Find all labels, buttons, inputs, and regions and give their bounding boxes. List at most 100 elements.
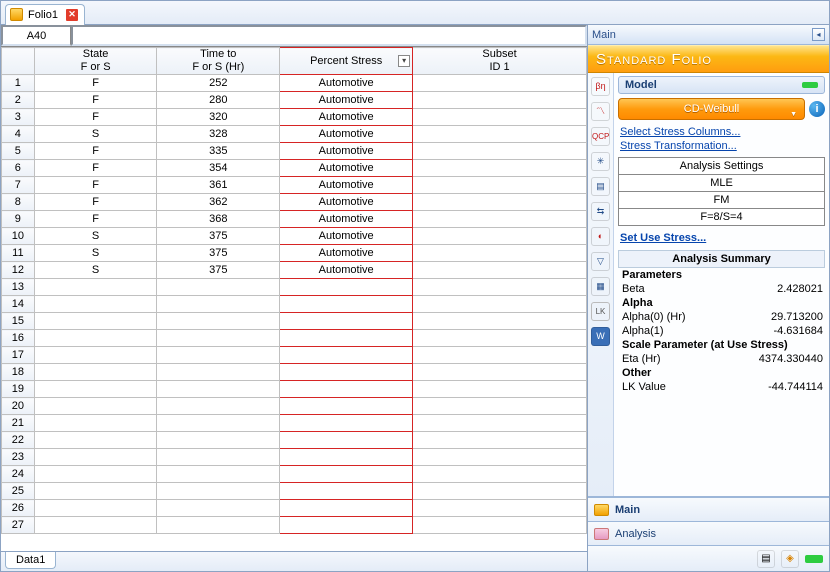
cell-stress[interactable]: [280, 432, 413, 449]
cell-time[interactable]: 368: [157, 211, 280, 228]
row-header[interactable]: 3: [2, 109, 35, 126]
cell-subset[interactable]: [413, 279, 587, 296]
cell-subset[interactable]: [413, 483, 587, 500]
cell-subset[interactable]: [413, 364, 587, 381]
table-row[interactable]: 1F252Automotive: [2, 75, 587, 92]
cell-state[interactable]: S: [34, 262, 157, 279]
table-row[interactable]: 2F280Automotive: [2, 92, 587, 109]
cell-time[interactable]: 362: [157, 194, 280, 211]
table-row[interactable]: 15: [2, 313, 587, 330]
row-header[interactable]: 7: [2, 177, 35, 194]
cell-state[interactable]: F: [34, 211, 157, 228]
cell-time[interactable]: 375: [157, 262, 280, 279]
formula-input[interactable]: [71, 25, 587, 46]
cell-subset[interactable]: [413, 160, 587, 177]
cell-time[interactable]: 335: [157, 143, 280, 160]
row-header[interactable]: 19: [2, 381, 35, 398]
cell-state[interactable]: F: [34, 177, 157, 194]
cell-state[interactable]: F: [34, 75, 157, 92]
report-icon[interactable]: ▦: [591, 277, 610, 296]
cell-subset[interactable]: [413, 92, 587, 109]
section-main-button[interactable]: Main: [588, 497, 829, 521]
cell-stress[interactable]: [280, 517, 413, 534]
cell-reference[interactable]: A40: [1, 25, 71, 46]
cell-time[interactable]: 375: [157, 228, 280, 245]
cell-time[interactable]: [157, 466, 280, 483]
table-row[interactable]: 12S375Automotive: [2, 262, 587, 279]
cell-subset[interactable]: [413, 347, 587, 364]
cell-time[interactable]: 328: [157, 126, 280, 143]
cell-time[interactable]: [157, 364, 280, 381]
footer-tool-1-icon[interactable]: ▤: [757, 550, 775, 568]
cell-state[interactable]: F: [34, 160, 157, 177]
col-header-time[interactable]: Time to F or S (Hr): [157, 48, 280, 75]
table-row[interactable]: 25: [2, 483, 587, 500]
cell-stress[interactable]: [280, 449, 413, 466]
info-icon[interactable]: i: [809, 101, 825, 117]
table-row[interactable]: 11S375Automotive: [2, 245, 587, 262]
cell-state[interactable]: F: [34, 194, 157, 211]
cell-stress[interactable]: Automotive: [280, 75, 413, 92]
cell-subset[interactable]: [413, 126, 587, 143]
3d-plot-icon[interactable]: ▤: [591, 177, 610, 196]
spreadsheet[interactable]: State F or S Time to F or S (Hr) Percent…: [1, 47, 587, 551]
table-row[interactable]: 9F368Automotive: [2, 211, 587, 228]
cell-subset[interactable]: [413, 75, 587, 92]
cell-stress[interactable]: [280, 415, 413, 432]
row-header[interactable]: 13: [2, 279, 35, 296]
sheet-tab[interactable]: Data1: [5, 552, 56, 569]
table-row[interactable]: 7F361Automotive: [2, 177, 587, 194]
close-icon[interactable]: ✕: [66, 9, 78, 21]
cell-time[interactable]: [157, 517, 280, 534]
table-row[interactable]: 16: [2, 330, 587, 347]
cell-time[interactable]: 354: [157, 160, 280, 177]
stress-icon[interactable]: ✳: [591, 152, 610, 171]
analysis-conf-cell[interactable]: FM: [618, 191, 825, 209]
cell-state[interactable]: [34, 415, 157, 432]
cell-time[interactable]: [157, 483, 280, 500]
cell-time[interactable]: [157, 330, 280, 347]
cell-subset[interactable]: [413, 381, 587, 398]
row-header[interactable]: 20: [2, 398, 35, 415]
cell-time[interactable]: 361: [157, 177, 280, 194]
cell-state[interactable]: [34, 296, 157, 313]
table-row[interactable]: 18: [2, 364, 587, 381]
table-row[interactable]: 8F362Automotive: [2, 194, 587, 211]
cell-stress[interactable]: Automotive: [280, 126, 413, 143]
table-row[interactable]: 27: [2, 517, 587, 534]
cell-state[interactable]: [34, 449, 157, 466]
word-export-icon[interactable]: W: [591, 327, 610, 346]
cell-stress[interactable]: [280, 500, 413, 517]
row-header[interactable]: 12: [2, 262, 35, 279]
cell-state[interactable]: [34, 330, 157, 347]
table-row[interactable]: 14: [2, 296, 587, 313]
cell-state[interactable]: [34, 466, 157, 483]
row-header[interactable]: 1: [2, 75, 35, 92]
qcp-icon[interactable]: QCP: [591, 127, 610, 146]
model-dropdown[interactable]: CD-Weibull: [618, 98, 805, 120]
row-header[interactable]: 11: [2, 245, 35, 262]
analysis-fs-cell[interactable]: F=8/S=4: [618, 208, 825, 226]
cell-subset[interactable]: [413, 109, 587, 126]
cell-subset[interactable]: [413, 330, 587, 347]
table-row[interactable]: 24: [2, 466, 587, 483]
table-row[interactable]: 26: [2, 500, 587, 517]
cell-stress[interactable]: [280, 398, 413, 415]
cell-subset[interactable]: [413, 415, 587, 432]
footer-tool-2-icon[interactable]: ◈: [781, 550, 799, 568]
cell-time[interactable]: 320: [157, 109, 280, 126]
plot-icon[interactable]: 〽: [591, 102, 610, 121]
cell-state[interactable]: S: [34, 245, 157, 262]
row-header[interactable]: 14: [2, 296, 35, 313]
cell-state[interactable]: [34, 483, 157, 500]
col-header-state[interactable]: State F or S: [34, 48, 157, 75]
cell-time[interactable]: [157, 449, 280, 466]
row-header[interactable]: 6: [2, 160, 35, 177]
col-header-subset[interactable]: Subset ID 1: [413, 48, 587, 75]
cell-subset[interactable]: [413, 517, 587, 534]
cell-stress[interactable]: [280, 381, 413, 398]
row-header[interactable]: 4: [2, 126, 35, 143]
stress-dropdown-icon[interactable]: ▾: [398, 55, 410, 67]
row-header[interactable]: 27: [2, 517, 35, 534]
table-row[interactable]: 19: [2, 381, 587, 398]
